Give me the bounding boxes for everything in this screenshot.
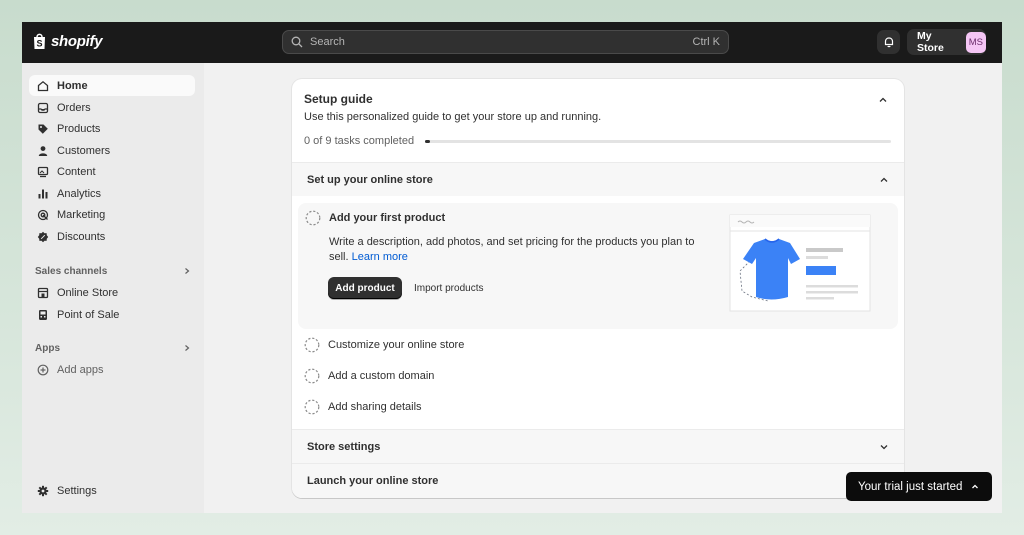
sidebar-item-label: Settings xyxy=(57,484,97,497)
search-shortcut: Ctrl K xyxy=(692,36,721,48)
task-title: Add a custom domain xyxy=(328,370,435,382)
section-set-up-online-store[interactable]: Set up your online store xyxy=(292,162,904,196)
section-launch-online-store[interactable]: Launch your online store xyxy=(292,463,904,498)
top-bar: S shopify Search Ctrl K My Store MS xyxy=(22,22,1002,63)
store-menu-button[interactable]: My Store MS xyxy=(907,29,986,55)
chevron-right-icon xyxy=(185,268,190,274)
image-icon xyxy=(37,166,49,177)
task-add-first-product: Add your first product Write a descripti… xyxy=(298,203,898,329)
brand-name: shopify xyxy=(51,32,103,50)
import-products-button[interactable]: Import products xyxy=(414,277,483,299)
sidebar-item-content[interactable]: Content xyxy=(29,161,195,182)
search-icon xyxy=(291,36,303,48)
sidebar-item-label: Products xyxy=(57,122,101,135)
task-description: Write a description, add photos, and set… xyxy=(329,235,699,265)
sidebar-item-label: Online Store xyxy=(57,286,119,299)
sidebar-item-home[interactable]: Home xyxy=(29,75,195,96)
progress-fill xyxy=(425,140,430,143)
tshirt-product-illustration xyxy=(729,214,871,312)
chevron-up-icon[interactable] xyxy=(877,94,889,106)
setup-guide-card: Setup guide Use this personalized guide … xyxy=(292,79,904,498)
sidebar-item-label: Customers xyxy=(57,144,111,157)
section-title: Apps xyxy=(35,342,60,354)
app-frame: S shopify Search Ctrl K My Store MS Home… xyxy=(22,22,1002,513)
gear-icon xyxy=(37,485,49,496)
store-name: My Store xyxy=(917,30,944,54)
section-title: Set up your online store xyxy=(307,173,433,186)
sidebar: Home Orders Products Customers Content A… xyxy=(22,63,204,513)
sidebar-item-settings[interactable]: Settings xyxy=(29,480,195,501)
sidebar-item-add-apps[interactable]: Add apps xyxy=(29,359,195,380)
section-title: Sales channels xyxy=(35,265,108,277)
task-incomplete-circle-icon[interactable] xyxy=(304,399,320,415)
sidebar-item-orders[interactable]: Orders xyxy=(29,97,195,118)
pos-icon xyxy=(39,309,47,320)
avatar: MS xyxy=(965,31,986,53)
section-title: Store settings xyxy=(307,440,381,453)
task-title: Add your first product xyxy=(329,212,446,224)
person-icon xyxy=(38,145,48,156)
svg-text:S: S xyxy=(36,39,42,49)
task-incomplete-circle-icon[interactable] xyxy=(304,368,320,384)
sidebar-item-analytics[interactable]: Analytics xyxy=(29,183,195,204)
sidebar-item-label: Analytics xyxy=(57,187,102,200)
learn-more-link[interactable]: Learn more xyxy=(352,251,408,263)
bell-icon xyxy=(884,37,893,48)
shopify-logo[interactable]: S shopify xyxy=(32,32,103,50)
plus-circle-icon xyxy=(37,364,49,375)
sidebar-item-label: Home xyxy=(57,79,88,92)
sidebar-item-label: Orders xyxy=(57,101,91,114)
sidebar-item-label: Content xyxy=(57,165,96,178)
add-product-button[interactable]: Add product xyxy=(328,277,402,299)
progress-bar xyxy=(425,140,891,143)
discount-icon xyxy=(37,231,49,242)
sidebar-item-label: Discounts xyxy=(57,230,106,243)
task-customize-store[interactable]: Customize your online store xyxy=(304,336,464,354)
chevron-up-icon xyxy=(972,484,979,488)
task-incomplete-circle-icon[interactable] xyxy=(304,337,320,353)
section-title: Launch your online store xyxy=(307,475,439,487)
sidebar-item-discounts[interactable]: Discounts xyxy=(29,226,195,247)
sales-channels-header[interactable]: Sales channels xyxy=(35,263,191,279)
tag-icon xyxy=(38,124,48,134)
section-store-settings[interactable]: Store settings xyxy=(292,429,904,463)
task-title: Customize your online store xyxy=(328,339,465,351)
progress-label: 0 of 9 tasks completed xyxy=(304,135,415,147)
notifications-button[interactable] xyxy=(877,30,900,54)
sidebar-item-online-store[interactable]: Online Store xyxy=(29,282,195,303)
sidebar-item-point-of-sale[interactable]: Point of Sale xyxy=(29,304,195,325)
apps-header[interactable]: Apps xyxy=(35,340,191,356)
storefront-icon xyxy=(37,287,49,298)
search-input[interactable]: Search Ctrl K xyxy=(282,30,729,54)
sidebar-item-customers[interactable]: Customers xyxy=(29,140,195,161)
sidebar-item-label: Point of Sale xyxy=(57,308,120,321)
target-icon xyxy=(37,209,49,220)
sidebar-item-label: Add apps xyxy=(57,363,104,376)
shopping-bag-icon: S xyxy=(34,33,45,49)
sidebar-item-marketing[interactable]: Marketing xyxy=(29,204,195,225)
task-custom-domain[interactable]: Add a custom domain xyxy=(304,367,434,385)
trial-toast[interactable]: Your trial just started xyxy=(846,472,992,501)
sidebar-item-products[interactable]: Products xyxy=(29,118,195,139)
home-icon xyxy=(37,80,49,91)
task-incomplete-circle-icon[interactable] xyxy=(305,210,321,226)
task-title: Add sharing details xyxy=(328,401,422,413)
chevron-up-icon xyxy=(880,177,888,182)
bar-chart-icon xyxy=(38,189,48,198)
chevron-right-icon xyxy=(185,345,190,351)
inbox-icon xyxy=(37,102,49,113)
toast-text: Your trial just started xyxy=(858,480,963,493)
chevron-down-icon xyxy=(880,445,888,450)
search-placeholder: Search xyxy=(310,36,345,48)
sidebar-item-label: Marketing xyxy=(57,208,106,221)
setup-guide-title: Setup guide xyxy=(304,92,373,106)
setup-guide-subtitle: Use this personalized guide to get your … xyxy=(304,111,602,123)
task-sharing-details[interactable]: Add sharing details xyxy=(304,398,422,416)
